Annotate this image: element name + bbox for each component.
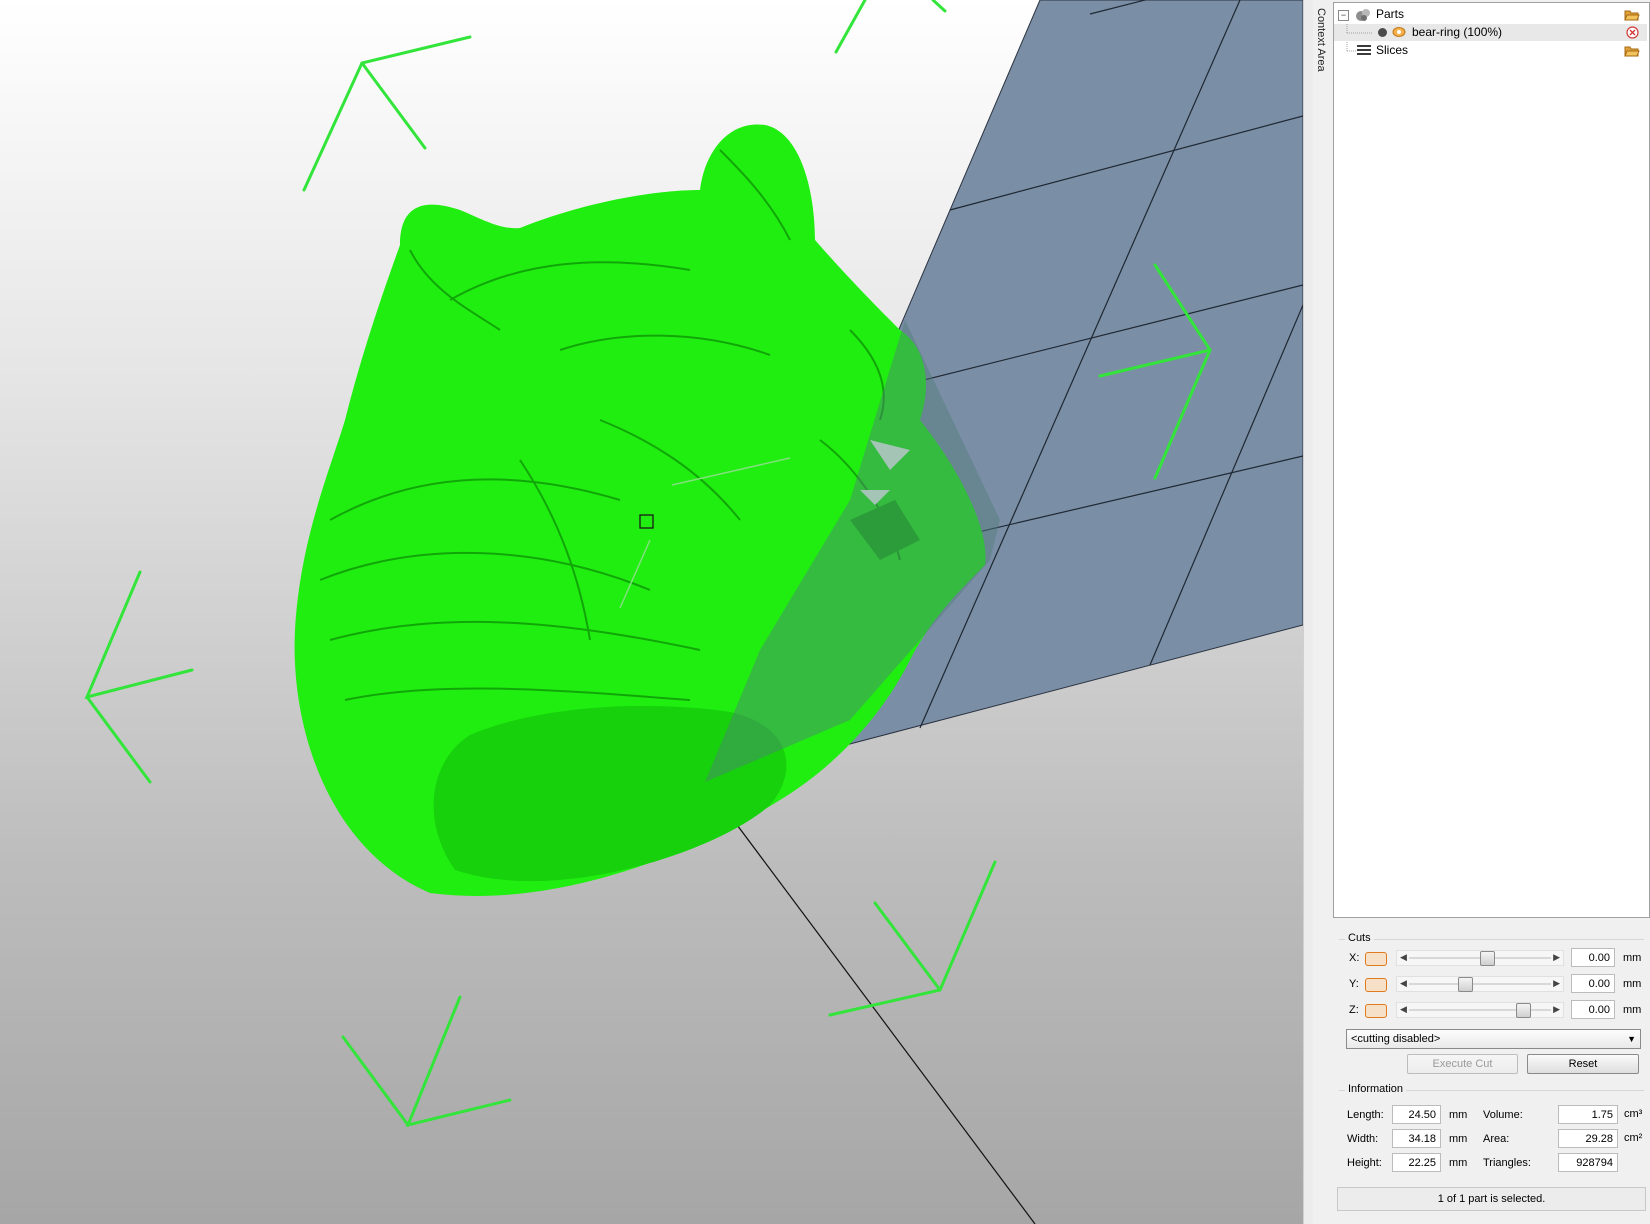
cut-x-color-swatch[interactable] (1365, 952, 1387, 966)
cuts-title: Cuts (1345, 932, 1374, 944)
chevron-down-icon: ▼ (1627, 1034, 1636, 1044)
cut-plane-edge-line (704, 781, 1036, 1224)
open-folder-icon[interactable] (1624, 8, 1640, 21)
cut-z-slider[interactable]: ◀ ▶ (1396, 1002, 1564, 1018)
part-item-label: bear-ring (100%) (1412, 25, 1503, 39)
tree-row-bear-ring[interactable]: bear-ring (100%) (1334, 24, 1647, 41)
cut-x-slider[interactable]: ◀ ▶ (1396, 950, 1564, 966)
volume-value: 1.75 (1558, 1105, 1618, 1124)
cut-y-input[interactable]: 0.00 (1571, 974, 1615, 993)
open-folder-icon[interactable] (1624, 44, 1640, 57)
length-value: 24.50 (1392, 1105, 1441, 1124)
height-label: Height: (1347, 1157, 1382, 1169)
visibility-dot-icon[interactable] (1377, 27, 1388, 38)
cut-x-input[interactable]: 0.00 (1571, 948, 1615, 967)
information-title: Information (1345, 1083, 1407, 1095)
gizmo-arrow-left (84, 570, 194, 700)
tree-row-slices[interactable]: Slices (1334, 42, 1647, 59)
cut-z-input[interactable]: 0.00 (1571, 1000, 1615, 1019)
cut-y-slider-thumb[interactable] (1458, 977, 1474, 992)
height-unit: mm (1449, 1157, 1468, 1169)
area-label: Area: (1483, 1133, 1510, 1145)
right-panel: − Parts bear-ring (100%) Slices Cuts X: … (1331, 0, 1650, 1224)
cut-mode-select[interactable]: <cutting disabled> ▼ (1346, 1029, 1641, 1049)
cut-x-slider-thumb[interactable] (1479, 951, 1495, 966)
triangles-label: Triangles: (1483, 1157, 1531, 1169)
cut-y-color-swatch[interactable] (1365, 978, 1387, 992)
object-tree[interactable]: − Parts bear-ring (100%) Slices (1333, 2, 1650, 918)
scene-render (84, 0, 1303, 1224)
length-unit: mm (1449, 1109, 1468, 1121)
gizmo-arrow-top (834, 0, 867, 54)
triangles-value: 928794 (1558, 1153, 1618, 1172)
width-value: 34.18 (1392, 1129, 1441, 1148)
length-label: Length: (1347, 1109, 1384, 1121)
slices-label: Slices (1376, 43, 1409, 57)
slider-left-arrow-icon[interactable]: ◀ (1400, 978, 1407, 989)
slider-right-arrow-icon[interactable]: ▶ (1553, 1004, 1560, 1015)
cut-x-unit: mm (1623, 952, 1642, 964)
cuts-group-border (1339, 939, 1644, 940)
cut-y-label: Y: (1349, 978, 1359, 990)
tree-connector (1346, 24, 1372, 34)
selection-status: 1 of 1 part is selected. (1337, 1187, 1646, 1211)
reset-button[interactable]: Reset (1527, 1054, 1639, 1074)
cut-mode-selected: <cutting disabled> (1351, 1033, 1441, 1045)
tree-connector (1346, 42, 1356, 52)
width-unit: mm (1449, 1133, 1468, 1145)
3d-viewport[interactable] (0, 0, 1303, 1224)
parts-icon (1356, 9, 1370, 21)
volume-unit: cm³ (1624, 1108, 1643, 1120)
area-unit: cm² (1624, 1132, 1643, 1144)
remove-icon[interactable] (1626, 26, 1639, 39)
slider-left-arrow-icon[interactable]: ◀ (1400, 952, 1407, 963)
area-value: 29.28 (1558, 1129, 1618, 1148)
slider-right-arrow-icon[interactable]: ▶ (1553, 978, 1560, 989)
cut-y-slider[interactable]: ◀ ▶ (1396, 976, 1564, 992)
height-value: 22.25 (1392, 1153, 1441, 1172)
slider-right-arrow-icon[interactable]: ▶ (1553, 952, 1560, 963)
part-eye-icon[interactable] (1392, 26, 1406, 38)
cut-x-label: X: (1349, 952, 1360, 964)
gizmo-arrow-top-left (302, 35, 472, 192)
width-label: Width: (1347, 1133, 1379, 1145)
context-area-label: Context Area (1315, 8, 1327, 72)
cut-z-slider-thumb[interactable] (1516, 1003, 1532, 1018)
volume-label: Volume: (1483, 1109, 1523, 1121)
slider-left-arrow-icon[interactable]: ◀ (1400, 1004, 1407, 1015)
gizmo-arrow-bottom-right (828, 860, 997, 1017)
gizmo-arrow-bottom-left (405, 995, 512, 1128)
context-area-tab[interactable]: Context Area (1313, 0, 1331, 1224)
cut-z-color-swatch[interactable] (1365, 1004, 1387, 1018)
cut-z-unit: mm (1623, 1004, 1642, 1016)
slices-icon (1357, 45, 1371, 55)
cut-y-unit: mm (1623, 978, 1642, 990)
tree-row-parts[interactable]: − Parts (1334, 6, 1647, 23)
cut-z-label: Z: (1349, 1004, 1359, 1016)
execute-cut-button[interactable]: Execute Cut (1407, 1054, 1518, 1074)
parts-label: Parts (1376, 7, 1405, 21)
expand-icon[interactable]: − (1338, 10, 1349, 21)
